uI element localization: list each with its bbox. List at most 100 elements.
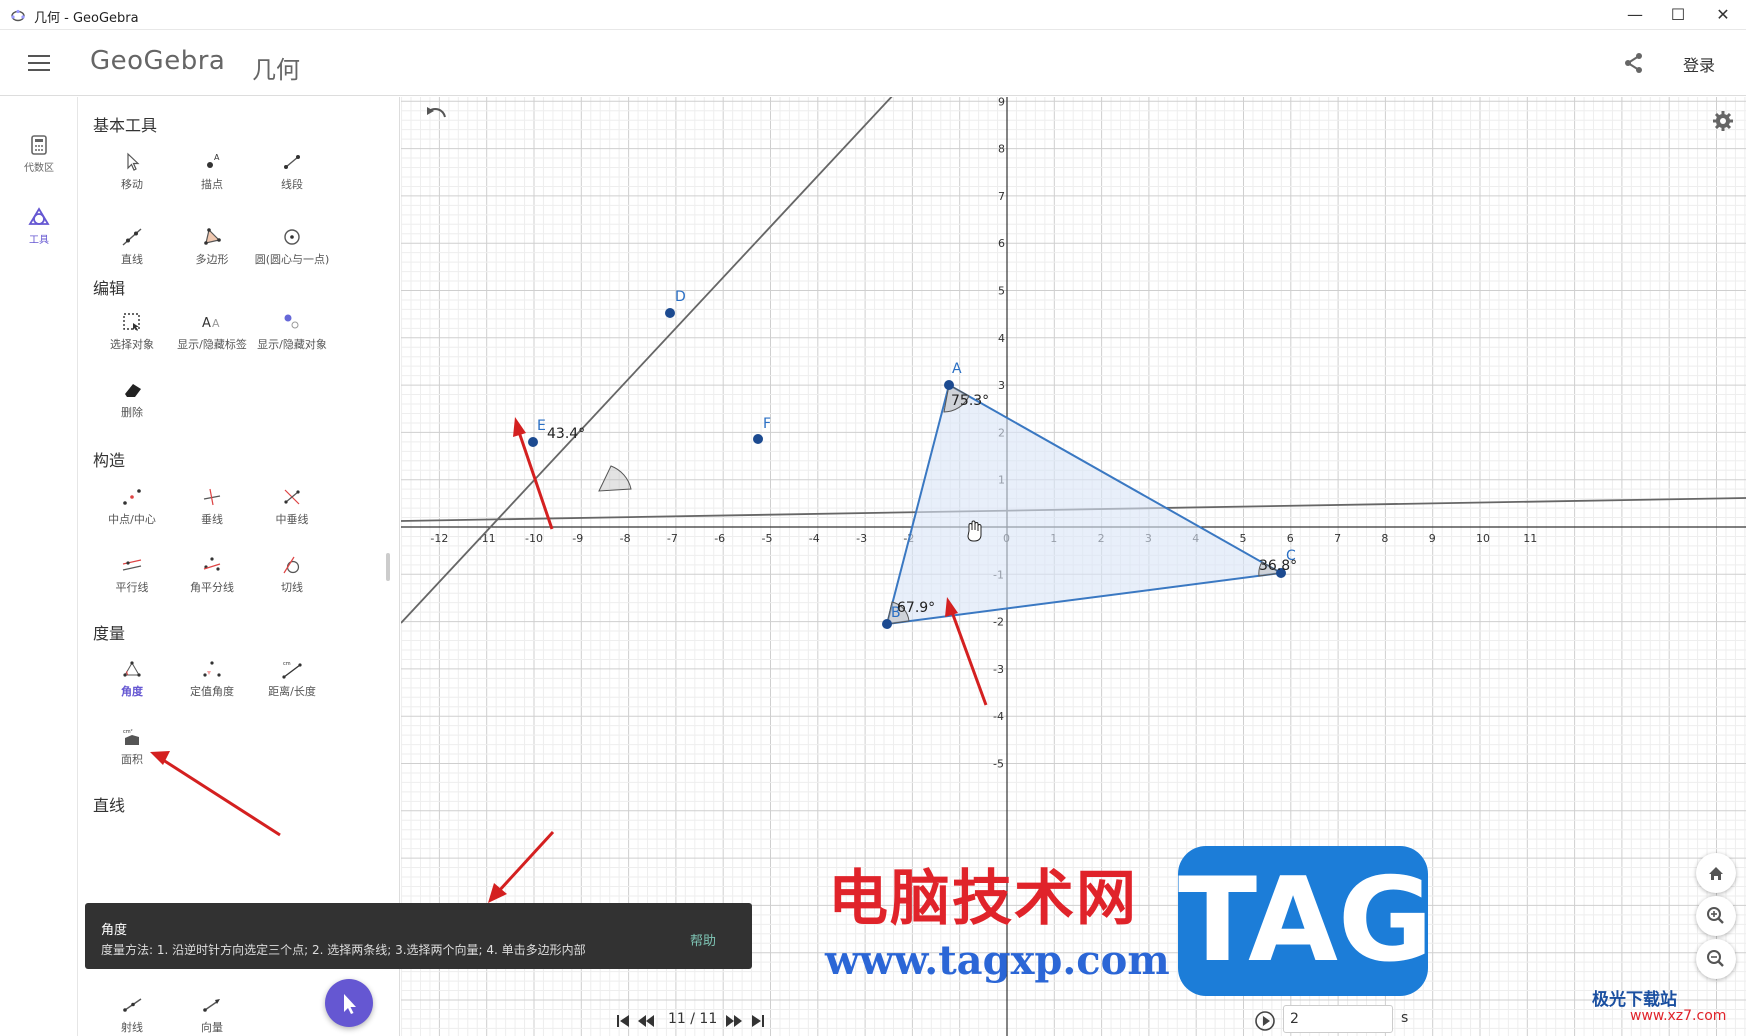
rail-algebra[interactable]: 代数区 [0,135,78,174]
tooltip-help-link[interactable]: 帮助 [690,930,716,949]
panel-scrollbar[interactable] [386,553,390,581]
close-button[interactable]: ✕ [1703,3,1743,27]
x-tick-label: -6 [714,532,725,545]
tool-distance[interactable]: cm 距离/长度 [252,659,332,699]
y-tick-label: 7 [998,190,1005,203]
rail-tools[interactable]: 工具 [0,207,78,246]
settings-gear-icon[interactable] [1712,110,1734,132]
eraser-icon [125,384,141,397]
tool-delete[interactable]: 删除 [92,380,172,420]
y-tick-label: 4 [998,332,1005,345]
x-tick-label: 8 [1381,532,1388,545]
zoom-in-icon [1707,907,1724,924]
tool-line[interactable]: 直线 [92,227,172,267]
step-counter: 11 / 11 [668,1011,718,1027]
x-tick-label: -4 [809,532,820,545]
x-tick-label: 5 [1240,532,1247,545]
tool-move[interactable]: 移动 [92,152,172,192]
hamburger-menu-icon[interactable] [28,55,50,71]
tool-perp-bisector[interactable]: 中垂线 [252,487,332,527]
point-F[interactable] [753,434,763,444]
section-edit: 编辑 [93,279,126,298]
svg-text:A: A [212,317,220,330]
show-hide-icon [284,314,299,329]
tool-menu-fab[interactable] [325,979,373,1027]
tangent-icon [283,556,300,574]
zoom-in-button[interactable] [1696,896,1736,936]
area-icon: cm² [123,729,139,745]
cursor-arrow-icon [344,994,356,1014]
tool-show-object[interactable]: 显示/隐藏对象 [252,312,332,352]
angle-icon [123,661,141,677]
watermark-site: 极光下载站 [1592,990,1677,1010]
tool-segment[interactable]: 线段 [252,152,332,192]
undo-icon[interactable] [425,105,449,125]
tool-parallel[interactable]: 平行线 [92,555,172,595]
angle-value-C: 36.8° [1259,558,1297,574]
tooltip-title: 角度 [101,923,128,938]
brand-logo: GeoGebra [90,46,226,76]
circle-icon [284,229,300,245]
section-line: 直线 [93,796,126,815]
tool-point[interactable]: A 描点 [172,152,252,192]
tool-show-label[interactable]: AA 显示/隐藏标签 [172,312,252,352]
play-icon[interactable] [1254,1010,1276,1032]
x-tick-label: 9 [1429,532,1436,545]
tool-perpendicular[interactable]: 垂线 [172,487,252,527]
geogebra-window: 几何 - GeoGebra — ☐ ✕ GeoGebra 几何 登录 代数区 工… [0,0,1746,1036]
x-tick-label: -12 [430,532,448,545]
perp-bisector-icon [284,489,300,505]
tool-select[interactable]: 选择对象 [92,312,172,352]
parallel-icon [122,559,142,571]
zoom-out-button[interactable] [1696,939,1736,979]
label-aa-icon: AA [202,316,220,331]
select-box-icon [123,313,140,331]
section-construct: 构造 [93,451,126,470]
y-tick-label: 3 [998,379,1005,392]
tool-ray[interactable]: 射线 [92,995,172,1035]
login-button[interactable]: 登录 [1683,52,1715,76]
tooltip-body: 度量方法: 1. 沿逆时针方向选定三个点; 2. 选择两条线; 3.选择两个向量… [101,943,586,957]
share-icon[interactable] [1623,52,1645,74]
x-tick-label: -7 [667,532,678,545]
maximize-button[interactable]: ☐ [1658,3,1698,27]
y-tick-label: 8 [998,143,1005,156]
segment-icon [284,155,300,169]
first-step-icon[interactable] [615,1013,633,1029]
tool-angle-bisector[interactable]: 角平分线 [172,555,252,595]
perpendicular-icon [203,488,221,506]
point-A[interactable] [944,380,954,390]
minimize-button[interactable]: — [1615,3,1655,27]
watermark-url: www.tagxp.com [825,937,1170,984]
label-D: D [675,289,686,305]
polygon-icon [204,228,221,245]
line-DE[interactable] [401,97,896,624]
home-button[interactable] [1696,853,1736,893]
app-header: GeoGebra 几何 登录 [0,30,1746,96]
section-measure: 度量 [93,624,126,643]
tool-circle[interactable]: 圆(圆心与一点) [252,227,332,267]
label-F: F [763,416,771,432]
prev-step-icon[interactable] [636,1013,656,1029]
triangle-ABC[interactable] [885,383,1285,626]
speed-input[interactable]: 2 [1283,1005,1393,1033]
angle-value-E: 43.4° [547,426,585,442]
tool-angle-fixed[interactable]: 定值角度 [172,659,252,699]
midpoint-icon [123,489,141,505]
svg-text:cm: cm [283,661,291,667]
tool-polygon[interactable]: 多边形 [172,227,252,267]
tool-angle[interactable]: 角度 [92,659,172,699]
x-tick-label: 11 [1523,532,1537,545]
next-step-icon[interactable] [724,1013,744,1029]
point-D[interactable] [665,308,675,318]
x-tick-label: -5 [762,532,773,545]
tool-tangent[interactable]: 切线 [252,555,332,595]
section-basic: 基本工具 [93,116,158,135]
last-step-icon[interactable] [748,1013,766,1029]
left-rail: 代数区 工具 [0,97,78,1036]
tool-midpoint[interactable]: 中点/中心 [92,487,172,527]
tool-vector[interactable]: 向量 [172,995,252,1035]
angle-value-B: 67.9° [897,600,935,616]
point-E[interactable] [528,437,538,447]
home-icon [1709,867,1723,880]
